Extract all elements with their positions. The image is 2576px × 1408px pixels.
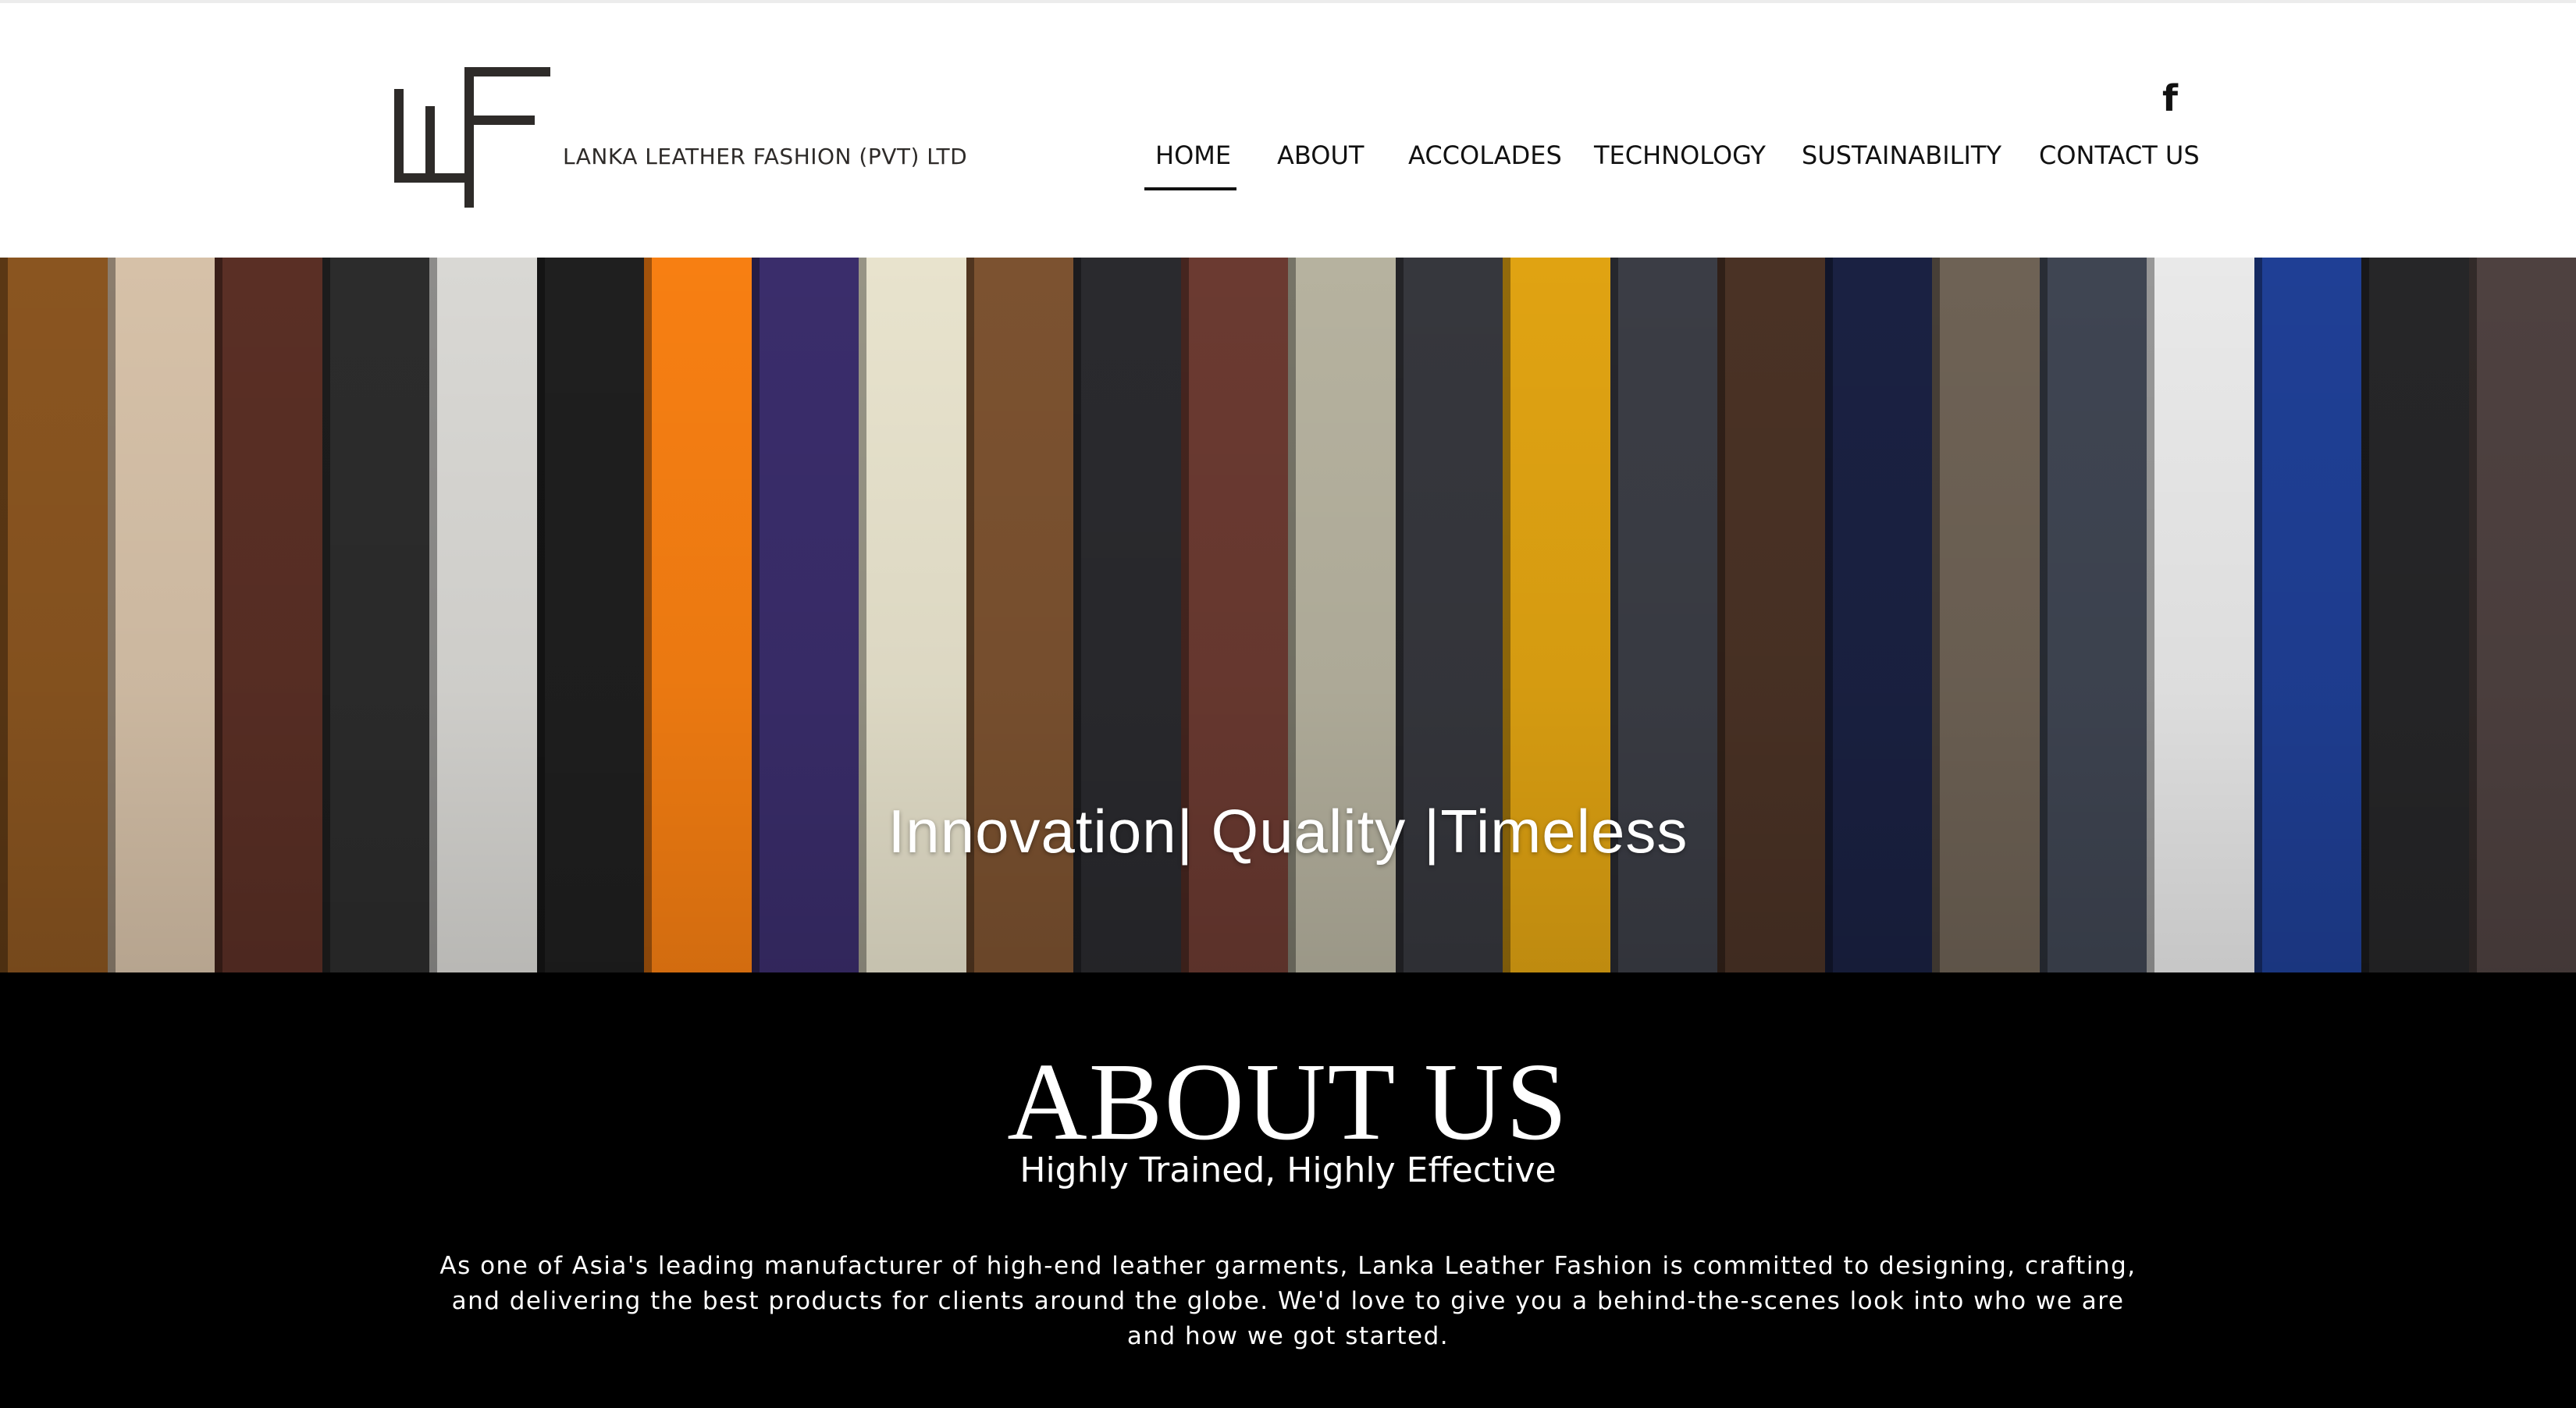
- active-nav-indicator: [1144, 187, 1236, 190]
- hero-tagline: Innovation| Quality |Timeless: [888, 797, 1688, 866]
- hero-banner: Innovation| Quality |Timeless: [0, 258, 2576, 972]
- nav-sustainability[interactable]: SUSTAINABILITY: [1802, 140, 2001, 170]
- about-section: ABOUT US Highly Trained, Highly Effectiv…: [0, 972, 2576, 1408]
- nav-accolades[interactable]: ACCOLADES: [1408, 140, 1562, 170]
- company-logo[interactable]: LANKA LEATHER FASHION (PVT) LTD: [394, 67, 967, 208]
- company-name: LANKA LEATHER FASHION (PVT) LTD: [563, 144, 968, 169]
- facebook-icon[interactable]: f: [2154, 78, 2186, 119]
- about-title: ABOUT US: [1007, 1040, 1569, 1163]
- llf-logo-mark: [394, 67, 550, 208]
- nav-home[interactable]: HOME: [1155, 140, 1231, 170]
- nav-about[interactable]: ABOUT: [1277, 140, 1364, 170]
- nav-contact-us[interactable]: CONTACT US: [2039, 140, 2200, 170]
- nav-technology[interactable]: TECHNOLOGY: [1594, 140, 1766, 170]
- about-body-text: As one of Asia's leading manufacturer of…: [439, 1252, 2137, 1350]
- about-subtitle: Highly Trained, Highly Effective: [1019, 1150, 1557, 1190]
- site-header: LANKA LEATHER FASHION (PVT) LTD f HOME A…: [0, 3, 2576, 258]
